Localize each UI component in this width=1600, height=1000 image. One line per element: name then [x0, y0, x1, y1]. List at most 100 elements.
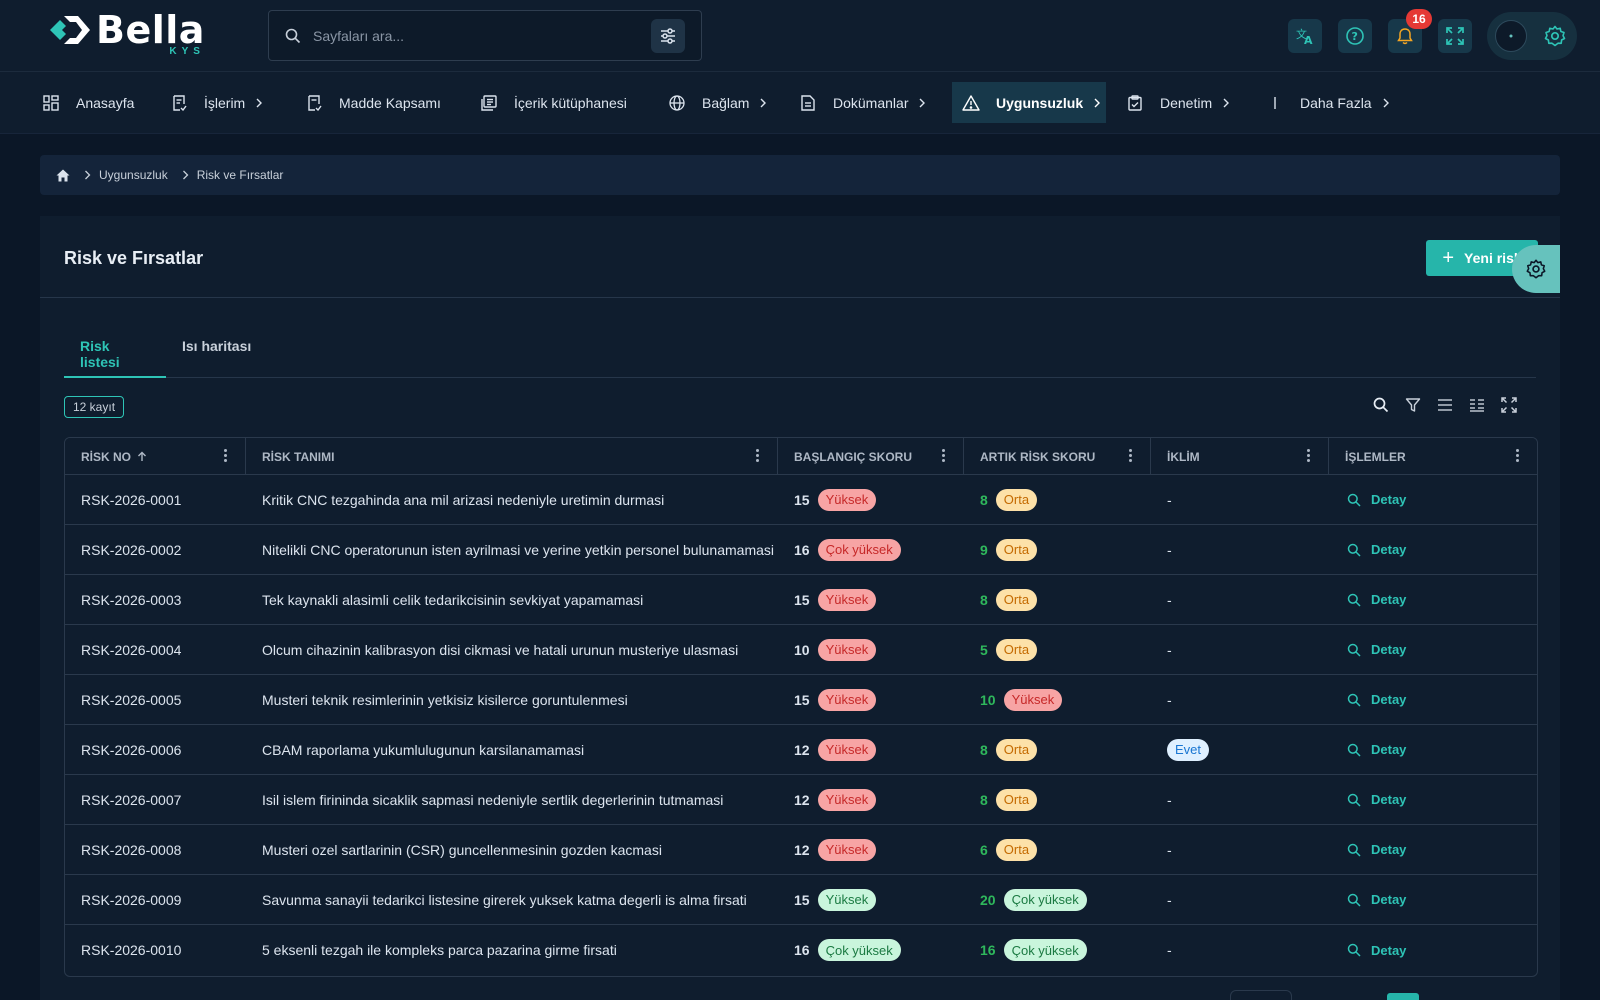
detail-link[interactable]: Detay — [1329, 525, 1537, 574]
table-row[interactable]: RSK-2026-0007 Isil islem firininda sicakl… — [65, 775, 1537, 825]
search-icon[interactable] — [1372, 396, 1390, 414]
column-label: RİSK NO — [81, 449, 132, 464]
detail-label: Detay — [1371, 692, 1407, 707]
detail-label: Detay — [1371, 542, 1407, 557]
column-risk-tanimi[interactable]: RİSK TANIMI — [246, 438, 778, 475]
clipboard-check-icon — [1126, 94, 1144, 112]
detail-link[interactable]: Detay — [1329, 925, 1537, 975]
column-menu-icon[interactable] — [1307, 449, 1310, 462]
start-score-badge: Yüksek — [817, 688, 877, 711]
density-icon[interactable] — [1436, 396, 1454, 414]
search-icon — [1347, 893, 1361, 907]
nav-item-baglam[interactable]: Bağlam — [658, 82, 779, 123]
detail-link[interactable]: Detay — [1329, 675, 1537, 724]
column-artik-risk-skoru[interactable]: ARTIK RİSK SKORU — [964, 438, 1151, 475]
start-score: 15 — [794, 891, 810, 908]
page-title: Risk ve Fırsatlar — [64, 248, 204, 268]
nav-item-uygunsuzluk[interactable]: Uygunsuzluk — [952, 82, 1106, 123]
nav-label: İşlerim — [204, 94, 246, 111]
column-baslangic-skoru[interactable]: BAŞLANGIÇ SKORU — [778, 438, 964, 475]
detail-link[interactable]: Detay — [1329, 725, 1537, 774]
home-icon[interactable] — [56, 169, 70, 182]
column-menu-icon[interactable] — [756, 449, 759, 462]
detail-label: Detay — [1371, 892, 1407, 907]
column-islemler[interactable]: İŞLEMLER — [1329, 438, 1537, 475]
help-button[interactable]: ? — [1338, 19, 1372, 53]
detail-link[interactable]: Detay — [1329, 825, 1537, 874]
columns-icon[interactable] — [1468, 396, 1486, 414]
residual-score: 8 — [980, 741, 988, 758]
nav-item-icerik-kutuphanesi[interactable]: İçerik kütüphanesi — [470, 82, 637, 123]
breadcrumb-item[interactable]: Uygunsuzluk — [99, 168, 168, 182]
table-row[interactable]: RSK-2026-0004 Olcum cihazinin kalibrasyon… — [65, 625, 1537, 675]
search-filter-button[interactable] — [651, 19, 685, 53]
search-icon — [1347, 493, 1361, 507]
table-row[interactable]: RSK-2026-0009 Savunma sanayii tedarikci l… — [65, 875, 1537, 925]
column-menu-icon[interactable] — [1129, 449, 1132, 462]
table-row[interactable]: RSK-2026-0003 Tek kaynakli alasimli celik… — [65, 575, 1537, 625]
residual-score-badge: Çok yüksek — [1003, 888, 1087, 911]
search-input[interactable] — [313, 27, 633, 44]
detail-label: Detay — [1371, 842, 1407, 857]
logo-subtitle: KYS — [169, 46, 205, 57]
residual-score: 9 — [980, 541, 988, 558]
search-icon — [1347, 693, 1361, 707]
user-menu[interactable] — [1487, 12, 1577, 60]
expand-icon[interactable] — [1500, 396, 1518, 414]
nav-label: Bağlam — [702, 94, 750, 111]
detail-link[interactable]: Detay — [1329, 475, 1537, 524]
gear-icon[interactable] — [1543, 24, 1567, 53]
nav-item-dokumanlar[interactable]: Dokümanlar — [789, 82, 938, 123]
column-iklim[interactable]: İKLİM — [1151, 438, 1329, 475]
tabs: Risk listesi Isı haritası — [64, 336, 1536, 378]
detail-link[interactable]: Detay — [1329, 775, 1537, 824]
nav-item-anasayfa[interactable]: Anasayfa — [32, 82, 144, 123]
table-row[interactable]: RSK-2026-0010 5 eksenli tezgah ile komple… — [65, 925, 1537, 975]
fullscreen-button[interactable] — [1438, 19, 1472, 53]
table-row[interactable]: RSK-2026-0006 CBAM raporlama yukumlulugun… — [65, 725, 1537, 775]
nav-item-daha-fazla[interactable]: Daha Fazla — [1256, 82, 1402, 123]
page-size-select[interactable] — [1230, 990, 1292, 1000]
climate-value: - — [1167, 541, 1172, 558]
table-row[interactable]: RSK-2026-0008 Musteri ozel sartlarinin (C… — [65, 825, 1537, 875]
column-menu-icon[interactable] — [942, 449, 945, 462]
settings-floating-button[interactable] — [1512, 245, 1560, 293]
risk-description: CBAM raporlama yukumlulugunun karsilanam… — [262, 741, 585, 758]
tab-risk-listesi[interactable]: Risk listesi — [64, 336, 166, 378]
breadcrumb: Uygunsuzluk Risk ve Fırsatlar — [40, 155, 1560, 195]
notifications-button[interactable]: 16 — [1388, 9, 1432, 53]
column-label: ARTIK RİSK SKORU — [980, 449, 1096, 464]
detail-label: Detay — [1371, 592, 1407, 607]
column-risk-no[interactable]: RİSK NO — [65, 438, 246, 475]
risk-no: RSK-2026-0005 — [81, 691, 182, 708]
table-row[interactable]: RSK-2026-0001 Kritik CNC tezgahinda ana m… — [65, 475, 1537, 525]
nav-item-madde-kapsami[interactable]: Madde Kapsamı — [295, 82, 451, 123]
gear-icon — [1526, 259, 1546, 279]
detail-link[interactable]: Detay — [1329, 575, 1537, 624]
translate-button[interactable]: 文A — [1288, 19, 1322, 53]
app-logo[interactable]: Bella KYS — [48, 11, 205, 57]
pagination-current[interactable] — [1387, 993, 1419, 1000]
risk-no: RSK-2026-0008 — [81, 841, 182, 858]
risk-no: RSK-2026-0004 — [81, 641, 182, 658]
avatar[interactable] — [1495, 20, 1527, 52]
column-menu-icon[interactable] — [1516, 449, 1519, 462]
nav-item-islerim[interactable]: İşlerim — [160, 82, 275, 123]
column-menu-icon[interactable] — [224, 449, 227, 462]
detail-link[interactable]: Detay — [1329, 625, 1537, 674]
table-row[interactable]: RSK-2026-0005 Musteri teknik resimlerinin… — [65, 675, 1537, 725]
sort-asc-icon[interactable] — [137, 451, 147, 462]
table-body: RSK-2026-0001 Kritik CNC tezgahinda ana m… — [65, 475, 1537, 975]
start-score: 15 — [794, 691, 810, 708]
table-row[interactable]: RSK-2026-0002 Nitelikli CNC operatorunun … — [65, 525, 1537, 575]
filter-icon[interactable] — [1404, 396, 1422, 414]
risk-description: Savunma sanayii tedarikci listesine gire… — [262, 891, 747, 908]
residual-score: 20 — [980, 891, 996, 908]
residual-score-badge: Çok yüksek — [1003, 939, 1087, 961]
nav-item-denetim[interactable]: Denetim — [1116, 82, 1242, 123]
residual-score-badge: Yüksek — [1003, 688, 1063, 711]
risk-description: Olcum cihazinin kalibrasyon disi cikmasi… — [262, 641, 739, 658]
detail-link[interactable]: Detay — [1329, 875, 1537, 924]
tab-isi-haritasi[interactable]: Isı haritası — [166, 336, 267, 378]
risk-description: Isil islem firininda sicaklik sapmasi ne… — [262, 791, 724, 808]
